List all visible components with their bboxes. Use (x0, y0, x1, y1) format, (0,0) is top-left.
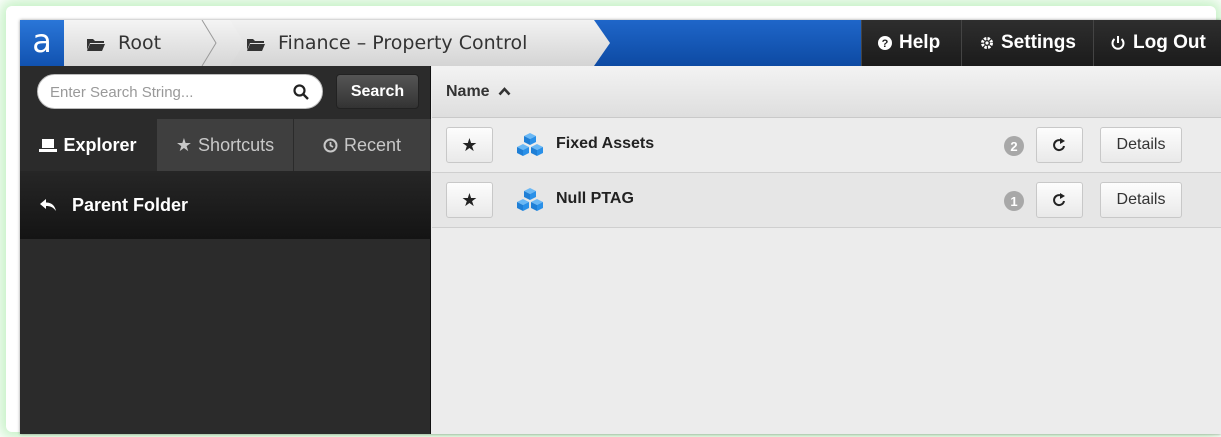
tab-label: Recent (343, 134, 402, 155)
breadcrumb-separator (201, 20, 217, 66)
row-name[interactable]: Null PTAG (556, 190, 634, 208)
help-button[interactable]: ? Help (861, 20, 961, 66)
table-row: ★ Fixed Assets 2 Details (432, 118, 1221, 173)
tab-shortcuts[interactable]: ★ Shortcuts (157, 119, 294, 171)
column-header-name[interactable]: Name (432, 66, 1221, 118)
logout-label: Log Out (1133, 32, 1206, 53)
tab-label: Shortcuts (198, 134, 275, 155)
search-button[interactable]: Search (336, 74, 419, 109)
table-row: ★ Null PTAG 1 Details (432, 173, 1221, 228)
tab-recent[interactable]: Recent (294, 119, 431, 171)
share-icon (1052, 193, 1065, 207)
clock-icon (323, 138, 338, 153)
breadcrumb-label: Root (118, 32, 162, 54)
open-external-button[interactable] (1036, 182, 1083, 218)
logout-button[interactable]: Log Out (1093, 20, 1221, 66)
details-button[interactable]: Details (1100, 127, 1182, 163)
cubes-icon (517, 133, 543, 156)
question-circle-icon: ? (878, 36, 892, 50)
column-header-label: Name (446, 82, 490, 100)
power-icon (1110, 35, 1126, 51)
breadcrumb-finance-property-control[interactable]: Finance – Property Control (216, 20, 610, 66)
search-box (37, 74, 323, 109)
app-logo[interactable]: a (20, 20, 64, 66)
top-bar: a Finance – Property Control Root ? Help (20, 20, 1221, 66)
sidebar-tabs: Explorer ★ Shortcuts Recent (20, 119, 431, 171)
cubes-icon (517, 188, 543, 211)
sidebar: Search Explorer ★ Shortcuts Recent (20, 66, 431, 434)
details-button[interactable]: Details (1100, 182, 1182, 218)
settings-label: Settings (1001, 32, 1076, 53)
chevron-up-icon (498, 87, 511, 96)
top-nav: ? Help Settings Log Out (861, 20, 1221, 66)
reply-arrow-icon (40, 199, 56, 211)
app-window: a Finance – Property Control Root ? Help (20, 20, 1221, 434)
favorite-star-button[interactable]: ★ (446, 182, 493, 218)
laptop-icon (39, 138, 58, 152)
favorite-star-button[interactable]: ★ (446, 127, 493, 163)
folder-open-icon (246, 36, 266, 51)
count-badge: 1 (1004, 191, 1024, 211)
breadcrumb-label: Finance – Property Control (278, 32, 528, 54)
search-icon[interactable] (292, 83, 310, 101)
svg-text:?: ? (882, 38, 889, 50)
gear-icon (980, 36, 994, 50)
tab-label: Explorer (63, 134, 137, 155)
main-content: Name ★ Fixed Assets 2 Details ★ Null PTA… (432, 66, 1221, 434)
help-label: Help (899, 32, 941, 53)
tab-explorer[interactable]: Explorer (20, 119, 157, 171)
open-external-button[interactable] (1036, 127, 1083, 163)
parent-folder-label: Parent Folder (72, 194, 189, 215)
star-icon: ★ (175, 134, 193, 155)
count-badge: 2 (1004, 136, 1024, 156)
parent-folder-link[interactable]: Parent Folder (20, 171, 431, 239)
search-input[interactable] (50, 82, 280, 102)
row-name[interactable]: Fixed Assets (556, 135, 654, 153)
share-icon (1052, 138, 1065, 152)
folder-open-icon (86, 36, 106, 51)
settings-button[interactable]: Settings (961, 20, 1093, 66)
